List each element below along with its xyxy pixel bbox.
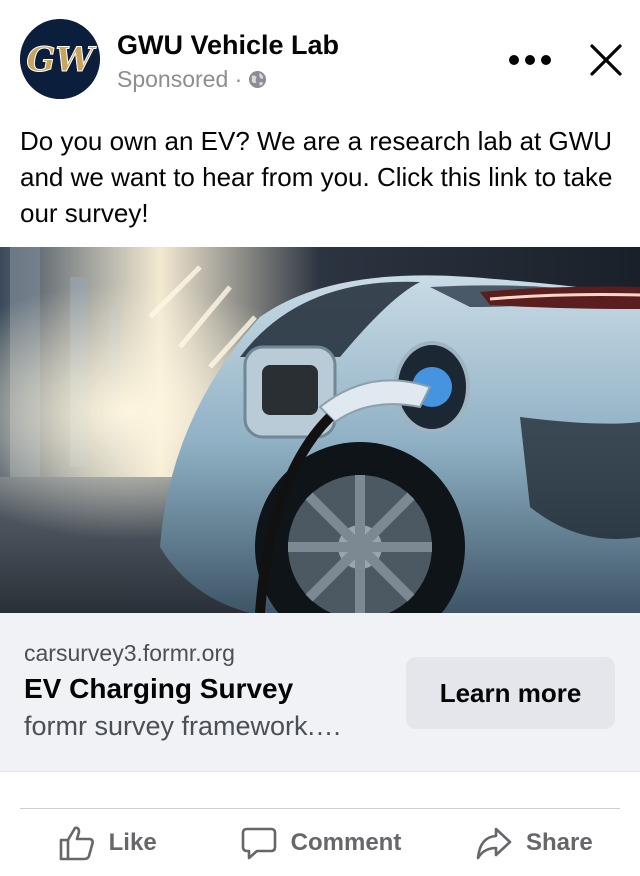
svg-text:GW: GW <box>26 40 96 80</box>
like-button[interactable]: Like <box>0 809 213 876</box>
more-options-button[interactable] <box>502 40 558 80</box>
link-title: EV Charging Survey <box>24 673 294 704</box>
gw-logo-icon: GW <box>20 19 100 99</box>
comment-label: Comment <box>290 828 402 856</box>
post-header: GW GWU Vehicle Lab Sponsored · <box>0 0 640 118</box>
more-dots-icon <box>509 55 551 65</box>
sponsored-label: Sponsored · <box>117 66 267 93</box>
avatar[interactable]: GW <box>20 19 100 99</box>
ad-image[interactable] <box>0 247 640 613</box>
thumbs-up-icon <box>59 826 94 860</box>
comment-button[interactable]: Comment <box>213 809 426 876</box>
sponsored-post: GW GWU Vehicle Lab Sponsored · Do you ow… <box>0 0 640 876</box>
share-button[interactable]: Share <box>427 809 640 876</box>
ev-charging-image <box>0 247 640 613</box>
link-description: formr survey framework.… <box>24 711 343 741</box>
like-label: Like <box>108 828 157 856</box>
comment-icon <box>241 827 276 859</box>
share-icon <box>476 827 512 859</box>
close-button[interactable] <box>582 36 630 84</box>
link-domain: carsurvey3.formr.org <box>24 640 235 666</box>
post-actions: Like Comment Share <box>0 809 640 876</box>
link-preview-card[interactable]: carsurvey3.formr.org EV Charging Survey … <box>0 613 640 772</box>
globe-icon <box>249 70 267 89</box>
close-icon <box>590 44 622 76</box>
sponsored-text: Sponsored · <box>117 66 243 92</box>
learn-more-button[interactable]: Learn more <box>406 657 615 729</box>
post-text: Do you own an EV? We are a research lab … <box>20 126 613 228</box>
page-name[interactable]: GWU Vehicle Lab <box>117 30 339 61</box>
share-label: Share <box>525 828 593 856</box>
